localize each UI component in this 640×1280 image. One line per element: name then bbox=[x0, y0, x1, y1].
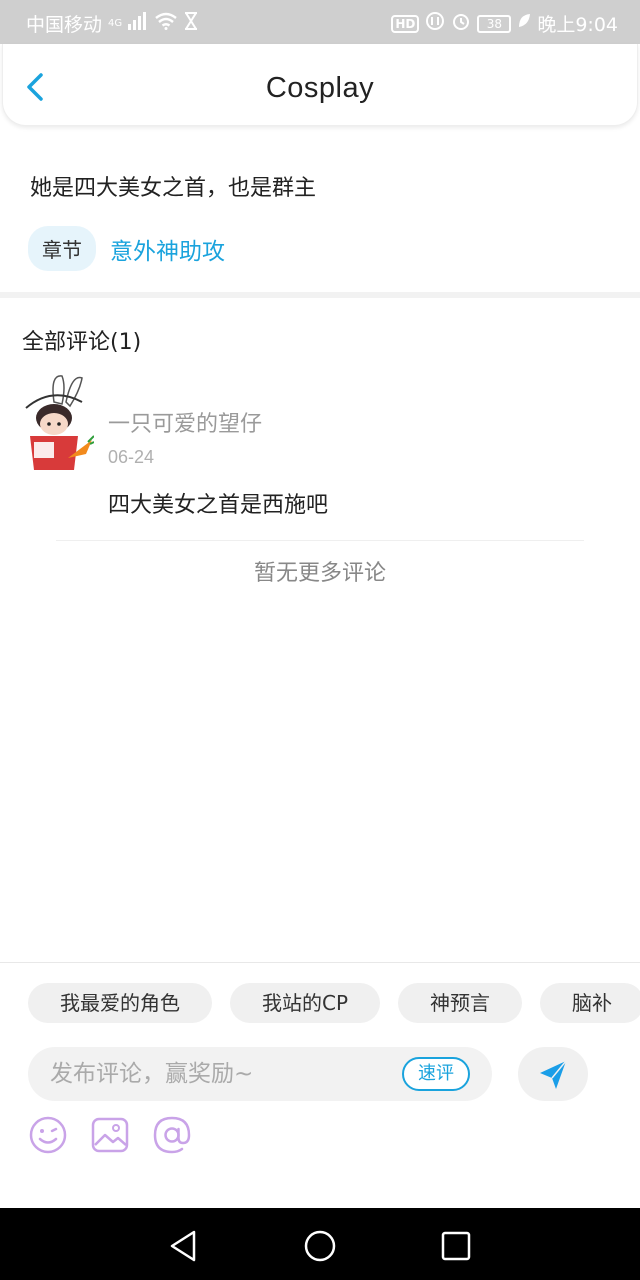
chapter-tag: 章节 bbox=[28, 226, 96, 271]
comment-input[interactable] bbox=[50, 1057, 390, 1091]
composer-tools bbox=[28, 1115, 192, 1155]
hourglass-icon bbox=[184, 12, 198, 35]
triangle-back-icon bbox=[170, 1230, 196, 1262]
square-recents-icon bbox=[441, 1231, 471, 1261]
comment-username[interactable]: 一只可爱的望仔 bbox=[108, 406, 262, 438]
signal-bars-icon bbox=[128, 12, 148, 35]
at-sign-icon bbox=[153, 1116, 191, 1154]
emoji-button[interactable] bbox=[28, 1115, 68, 1155]
chip-imagination[interactable]: 脑补 bbox=[540, 983, 640, 1023]
page-title: Cosplay bbox=[265, 72, 375, 104]
wifi-icon bbox=[154, 12, 178, 35]
post-text: 她是四大美女之首，也是群主 bbox=[30, 176, 317, 201]
paper-plane-icon bbox=[540, 1060, 567, 1089]
hd-icon: HD bbox=[391, 14, 420, 33]
chip-favorite-character[interactable]: 我最爱的角色 bbox=[28, 983, 212, 1023]
comment-composer: 我最爱的角色 我站的CP 神预言 脑补 速评 bbox=[0, 962, 640, 1208]
nav-back-button[interactable] bbox=[166, 1228, 202, 1264]
status-bar: 中国移动 4G HD 38 晚上9:04 bbox=[0, 0, 640, 44]
quick-topic-chips: 我最爱的角色 我站的CP 神预言 脑补 bbox=[28, 983, 640, 1023]
chip-my-cp[interactable]: 我站的CP bbox=[230, 983, 381, 1023]
quick-review-button[interactable]: 速评 bbox=[402, 1057, 470, 1091]
alarm-icon bbox=[451, 11, 471, 36]
nav-home-button[interactable] bbox=[302, 1228, 338, 1264]
chip-prophecy[interactable]: 神预言 bbox=[398, 983, 523, 1023]
comment-date: 06-24 bbox=[108, 447, 155, 467]
comment-text: 四大美女之首是西施吧 bbox=[108, 493, 329, 518]
comment-divider bbox=[56, 540, 584, 541]
chapter-link[interactable]: 意外神助攻 bbox=[110, 232, 225, 266]
carrier-label: 中国移动 bbox=[26, 14, 103, 36]
nav-recents-button[interactable] bbox=[438, 1228, 474, 1264]
mention-button[interactable] bbox=[152, 1115, 192, 1155]
comments-title: 全部评论(1) bbox=[22, 330, 142, 355]
clock-time: 晚上9:04 bbox=[537, 14, 618, 36]
comment-input-wrap: 速评 bbox=[28, 1047, 492, 1101]
section-divider bbox=[0, 292, 640, 298]
circle-home-icon bbox=[304, 1230, 336, 1262]
smiley-icon bbox=[29, 1116, 67, 1154]
system-nav-bar bbox=[0, 1208, 640, 1280]
top-app-bar: Cosplay bbox=[2, 44, 638, 126]
send-button[interactable] bbox=[518, 1047, 588, 1101]
image-icon bbox=[91, 1117, 129, 1153]
battery-icon: 38 bbox=[477, 14, 512, 33]
signal-icon: 4G bbox=[108, 17, 123, 29]
data-saver-icon bbox=[425, 11, 445, 36]
image-button[interactable] bbox=[90, 1115, 130, 1155]
chapter-row: 章节 意外神助攻 bbox=[28, 226, 225, 271]
leaf-icon bbox=[517, 13, 531, 34]
avatar[interactable] bbox=[22, 372, 95, 472]
no-more-comments: 暂无更多评论 bbox=[253, 561, 386, 586]
